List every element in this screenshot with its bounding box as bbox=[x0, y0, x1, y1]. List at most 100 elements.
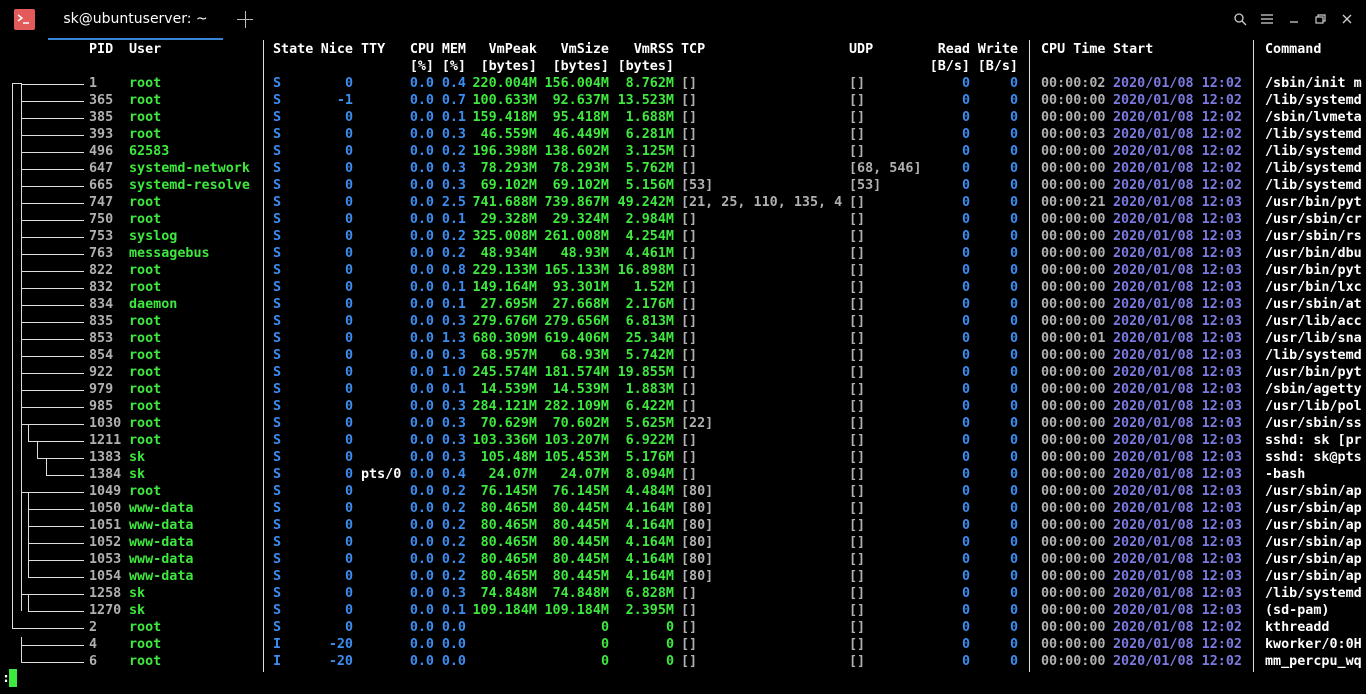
search-icon[interactable] bbox=[1233, 12, 1247, 26]
cell-cputime: 00:00:00 bbox=[1041, 263, 1106, 278]
cell-command: /lib/systemd bbox=[1265, 348, 1362, 363]
close-icon[interactable] bbox=[1340, 12, 1354, 26]
cell-mem: 0.0 bbox=[441, 620, 466, 635]
cell-read: 0 bbox=[961, 416, 970, 431]
cell-user: sk bbox=[129, 603, 146, 618]
header-pid: PID bbox=[89, 42, 114, 57]
header-cputime: CPU Time bbox=[1041, 42, 1106, 57]
cell-vmpeak: 103.336M bbox=[472, 433, 538, 448]
cell-vmrss: 5.762M bbox=[625, 161, 674, 176]
cell-start: 2020/01/08 12:03 bbox=[1113, 416, 1242, 431]
cell-vmpeak: 69.102M bbox=[480, 178, 537, 193]
cell-tcp: [] bbox=[681, 263, 698, 278]
cell-start: 2020/01/08 12:03 bbox=[1113, 280, 1242, 295]
cell-tty bbox=[361, 619, 403, 636]
tab-active[interactable]: sk@ubuntuserver: ~ bbox=[48, 0, 223, 40]
cell-state: S bbox=[273, 178, 282, 193]
cell-pid: 1258 bbox=[89, 586, 122, 601]
cell-start: 2020/01/08 12:02 bbox=[1113, 93, 1242, 108]
cell-cpu: 0.0 bbox=[409, 654, 434, 669]
cell-command: /usr/bin/pyt bbox=[1265, 263, 1362, 278]
cell-mem: 0.1 bbox=[441, 280, 466, 295]
cell-pid: 1051 bbox=[89, 518, 122, 533]
cell-vmsize: 78.293M bbox=[552, 161, 609, 176]
cell-tcp: [] bbox=[681, 93, 698, 108]
cell-pid: 4 bbox=[89, 637, 98, 652]
cell-read: 0 bbox=[961, 212, 970, 227]
cell-state: S bbox=[273, 144, 282, 159]
new-tab-plus-icon[interactable] bbox=[233, 9, 257, 31]
cell-cpu: 0.0 bbox=[409, 314, 434, 329]
tree-line bbox=[28, 543, 84, 544]
cell-tcp: [80] bbox=[681, 552, 714, 567]
cell-state: S bbox=[273, 416, 282, 431]
cell-read: 0 bbox=[961, 195, 970, 210]
cell-state: S bbox=[273, 552, 282, 567]
cell-user: sk bbox=[129, 586, 146, 601]
cell-cpu: 0.0 bbox=[409, 93, 434, 108]
cell-nice: 0 bbox=[344, 161, 353, 176]
cell-nice: 0 bbox=[344, 314, 353, 329]
menu-icon[interactable] bbox=[1260, 12, 1274, 26]
cell-read: 0 bbox=[961, 399, 970, 414]
cell-command: /sbin/lvmeta bbox=[1265, 110, 1362, 125]
cell-write: 0 bbox=[1009, 280, 1018, 295]
cell-user: daemon bbox=[129, 297, 178, 312]
cell-tty bbox=[361, 534, 403, 551]
cell-cputime: 00:00:00 bbox=[1041, 382, 1106, 397]
cell-tcp: [] bbox=[681, 331, 698, 346]
cell-cpu: 0.0 bbox=[409, 212, 434, 227]
cell-vmsize: 70.602M bbox=[552, 416, 609, 431]
terminal-app-icon[interactable] bbox=[14, 9, 35, 30]
tree-line bbox=[37, 441, 38, 458]
cell-tcp: [80] bbox=[681, 501, 714, 516]
cell-state: S bbox=[273, 263, 282, 278]
cell-vmpeak: 46.559M bbox=[480, 127, 537, 142]
cell-nice: 0 bbox=[344, 586, 353, 601]
cell-write: 0 bbox=[1009, 331, 1018, 346]
cell-pid: 835 bbox=[89, 314, 114, 329]
cell-tcp: [80] bbox=[681, 569, 714, 584]
cell-mem: 0.0 bbox=[441, 654, 466, 669]
cell-cputime: 00:00:00 bbox=[1041, 229, 1106, 244]
cell-mem: 1.3 bbox=[441, 331, 466, 346]
cell-cputime: 00:00:00 bbox=[1041, 144, 1106, 159]
maximize-icon[interactable] bbox=[1313, 12, 1327, 26]
cell-mem: 0.4 bbox=[441, 76, 466, 91]
cell-nice: 0 bbox=[344, 331, 353, 346]
cell-nice: 0 bbox=[344, 501, 353, 516]
cell-tcp: [] bbox=[681, 246, 698, 261]
cell-command: /lib/systemd bbox=[1265, 144, 1362, 159]
cell-start: 2020/01/08 12:03 bbox=[1113, 365, 1242, 380]
cell-state: S bbox=[273, 501, 282, 516]
cell-vmrss: 2.984M bbox=[625, 212, 674, 227]
cell-start: 2020/01/08 12:02 bbox=[1113, 637, 1242, 652]
cell-vmrss: 1.688M bbox=[625, 110, 674, 125]
cell-tty bbox=[361, 364, 403, 381]
cell-command: /usr/sbin/ss bbox=[1265, 416, 1362, 431]
cell-mem: 0.2 bbox=[441, 535, 466, 550]
cell-vmrss: 2.176M bbox=[625, 297, 674, 312]
cell-pid: 385 bbox=[89, 110, 114, 125]
minimize-icon[interactable] bbox=[1287, 12, 1301, 26]
cell-start: 2020/01/08 12:03 bbox=[1113, 586, 1242, 601]
cell-cputime: 00:00:00 bbox=[1041, 399, 1106, 414]
cell-nice: 0 bbox=[344, 484, 353, 499]
cell-cputime: 00:00:00 bbox=[1041, 280, 1106, 295]
cell-write: 0 bbox=[1009, 246, 1018, 261]
cell-cputime: 00:00:00 bbox=[1041, 246, 1106, 261]
tree-line bbox=[21, 424, 84, 425]
cell-nice: 0 bbox=[344, 620, 353, 635]
cell-command: /usr/sbin/ap bbox=[1265, 518, 1362, 533]
header-user: User bbox=[129, 42, 162, 57]
cell-tty bbox=[361, 500, 403, 517]
cell-read: 0 bbox=[961, 93, 970, 108]
cell-read: 0 bbox=[961, 382, 970, 397]
tree-line bbox=[46, 458, 47, 475]
cell-write: 0 bbox=[1009, 654, 1018, 669]
cell-vmpeak: 741.688M bbox=[472, 195, 538, 210]
cell-pid: 1050 bbox=[89, 501, 122, 516]
cell-read: 0 bbox=[961, 365, 970, 380]
cell-nice: 0 bbox=[344, 246, 353, 261]
command-prompt[interactable]: : bbox=[0, 668, 300, 688]
